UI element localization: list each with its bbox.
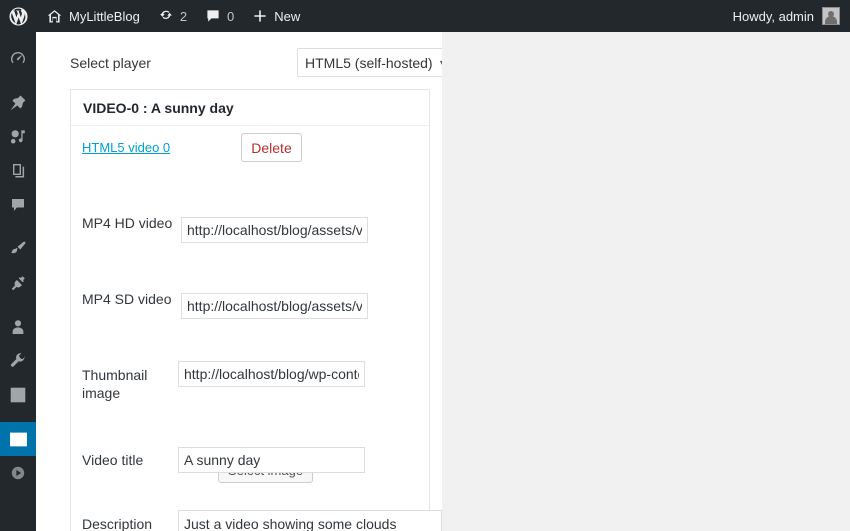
sidebar-item-comments[interactable] xyxy=(0,188,36,222)
comment-bubble-icon xyxy=(8,195,28,215)
wrench-icon xyxy=(8,351,28,371)
player-select-value: HTML5 (self-hosted) xyxy=(305,54,433,71)
comment-bubble-icon xyxy=(205,8,221,24)
description-textarea[interactable]: Just a video showing some clouds xyxy=(178,510,442,531)
play-circle-icon xyxy=(8,463,28,483)
media-photo-music-icon xyxy=(8,127,28,147)
video-title-input[interactable] xyxy=(178,447,365,473)
admin-sidebar-menu xyxy=(0,32,44,531)
video-panel-body: HTML5 video 0 Delete MP4 HD video MP4 SD… xyxy=(71,126,442,531)
sidebar-item-plugins[interactable] xyxy=(0,266,36,300)
pushpin-icon xyxy=(8,93,28,113)
chevron-down-icon: ▼ xyxy=(438,58,442,68)
comments-menu[interactable]: 0 xyxy=(196,0,243,32)
mp4-hd-video-input[interactable] xyxy=(181,217,368,243)
plug-icon xyxy=(8,273,28,293)
sidebar-item-tools[interactable] xyxy=(0,344,36,378)
my-account-menu[interactable]: Howdy, admin xyxy=(724,0,850,32)
pages-copy-icon xyxy=(8,161,28,181)
sidebar-item-video[interactable] xyxy=(0,422,44,456)
updates-menu[interactable]: 2 xyxy=(149,0,196,32)
admin-bar: MyLittleBlog 2 0 New Howdy, admin xyxy=(0,0,850,32)
thumbnail-image-input[interactable] xyxy=(178,361,365,387)
html5-video-link[interactable]: HTML5 video 0 xyxy=(82,140,170,155)
comments-count: 0 xyxy=(227,8,235,24)
main-content-area: Select player HTML5 (self-hosted) ▼ VIDE… xyxy=(36,32,442,531)
select-player-row: Select player HTML5 (self-hosted) ▼ xyxy=(70,48,442,82)
wordpress-logo-menu[interactable] xyxy=(0,0,37,32)
mp4-sd-video-input[interactable] xyxy=(181,293,368,319)
mp4-hd-video-label: MP4 HD video xyxy=(82,215,173,231)
video-panel-title: VIDEO-0 : A sunny day xyxy=(71,90,429,126)
new-content-menu[interactable]: New xyxy=(243,0,309,32)
sidebar-item-users[interactable] xyxy=(0,310,36,344)
new-label: New xyxy=(274,8,301,24)
sidebar-item-pages[interactable] xyxy=(0,154,36,188)
video-panel: VIDEO-0 : A sunny day HTML5 video 0 Dele… xyxy=(70,89,442,531)
description-label: Description xyxy=(82,516,153,531)
select-player-label: Select player xyxy=(70,55,151,71)
sidebar-item-posts[interactable] xyxy=(0,86,36,120)
player-select[interactable]: HTML5 (self-hosted) ▼ xyxy=(297,48,442,77)
settings-sliders-icon xyxy=(8,385,28,405)
howdy-label: Howdy, admin xyxy=(732,8,814,24)
paintbrush-icon xyxy=(8,239,28,259)
updates-refresh-icon xyxy=(158,8,174,24)
delete-button[interactable]: Delete xyxy=(241,133,302,162)
site-name-label: MyLittleBlog xyxy=(69,8,140,24)
mp4-sd-video-label: MP4 SD video xyxy=(82,291,172,307)
video-film-icon xyxy=(8,429,29,450)
sidebar-item-video-play[interactable] xyxy=(0,456,36,490)
wordpress-logo-icon xyxy=(9,6,28,26)
sidebar-item-appearance[interactable] xyxy=(0,232,36,266)
site-name-menu[interactable]: MyLittleBlog xyxy=(37,0,149,32)
sidebar-item-settings[interactable] xyxy=(0,378,36,412)
thumbnail-image-label: Thumbnail image xyxy=(82,367,148,401)
dashboard-gauge-icon xyxy=(8,49,28,69)
sidebar-item-media[interactable] xyxy=(0,120,36,154)
user-person-icon xyxy=(8,317,28,337)
sidebar-item-dashboard[interactable] xyxy=(0,42,36,76)
avatar xyxy=(822,7,840,25)
home-icon xyxy=(46,8,63,25)
plus-icon xyxy=(252,8,268,24)
updates-count: 2 xyxy=(179,8,188,24)
video-title-label: Video title xyxy=(82,452,144,468)
